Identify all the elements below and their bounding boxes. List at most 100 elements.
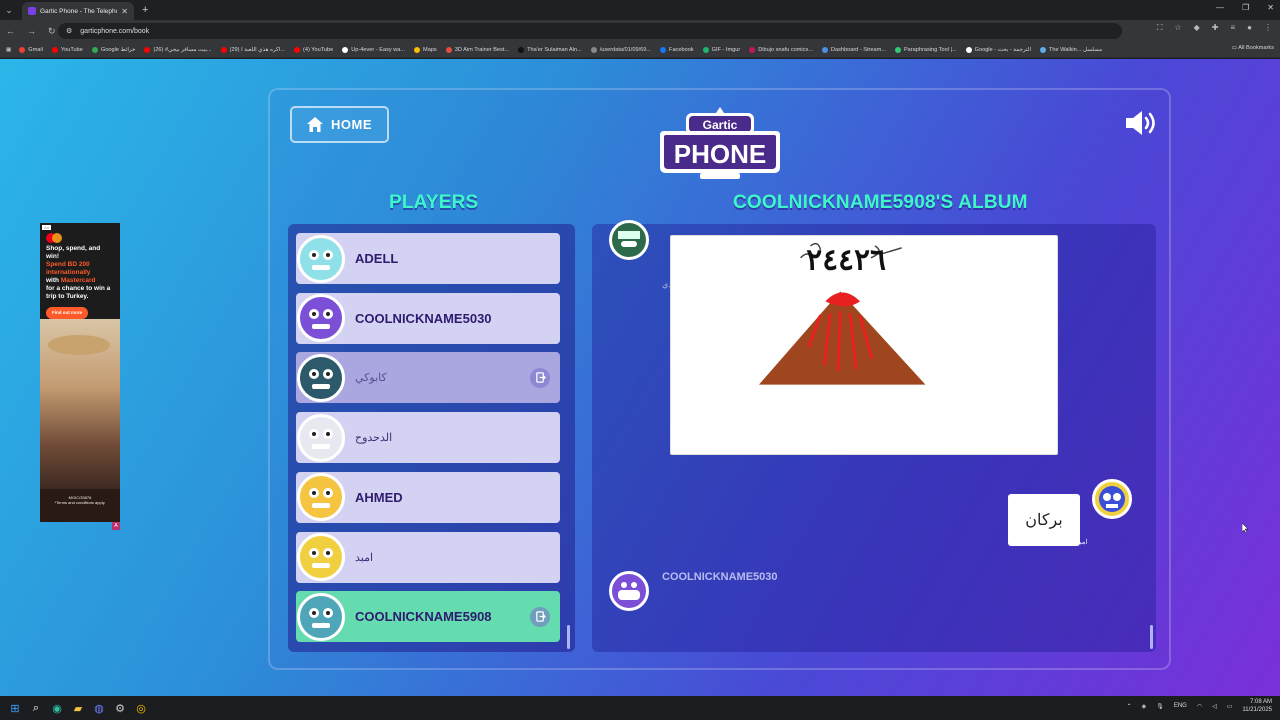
extensions-puzzle-icon[interactable]: ✚ bbox=[1212, 23, 1219, 33]
bookmark-star-icon[interactable]: ☆ bbox=[1174, 23, 1181, 33]
players-scrollbar[interactable] bbox=[567, 625, 570, 649]
home-label: HOME bbox=[331, 117, 372, 132]
steam-icon[interactable]: ⚙ bbox=[113, 701, 127, 715]
all-bookmarks-button[interactable]: ▭ All Bookmarks bbox=[1232, 45, 1274, 51]
site-info-icon[interactable]: ⚙ bbox=[66, 27, 72, 35]
bookmark-item[interactable]: Tha'er Sulaiman Aln... bbox=[518, 46, 582, 53]
bookmark-label: Tha'er Sulaiman Aln... bbox=[527, 46, 582, 53]
mastercard-ad[interactable]: Ad Shop, spend, and win! Spend BD 200 in… bbox=[40, 223, 120, 522]
bookmark-label: YouTube bbox=[60, 46, 83, 53]
bookmark-favicon-icon bbox=[51, 46, 58, 53]
home-button[interactable]: HOME bbox=[290, 106, 389, 143]
bookmark-item[interactable]: Dashboard - Stream... bbox=[821, 46, 886, 53]
wifi-icon[interactable]: ◠ bbox=[1197, 703, 1202, 710]
player-row[interactable]: كابوكي bbox=[296, 352, 560, 404]
tab-close-icon[interactable]: ✕ bbox=[121, 7, 128, 16]
ad-footer-terms: *Terms and conditions apply. bbox=[54, 500, 106, 505]
back-icon[interactable]: ← bbox=[6, 26, 15, 36]
battery-icon[interactable]: ▭ bbox=[1227, 703, 1233, 710]
guess-bubble: بركان bbox=[1008, 494, 1080, 546]
bookmark-item[interactable]: 3D Aim Trainer Best... bbox=[445, 46, 510, 53]
bookmark-item[interactable]: Gmail bbox=[19, 46, 43, 53]
bookmark-item[interactable]: Google - الترجمة - بحث bbox=[965, 46, 1031, 53]
logo-line1: Gartic bbox=[703, 118, 738, 132]
bookmark-item[interactable]: Dibujo snafu comics... bbox=[749, 46, 813, 53]
bookmark-label: Dibujo snafu comics... bbox=[758, 46, 813, 53]
edge-icon[interactable]: ◉ bbox=[50, 701, 64, 715]
bookmark-label: The Walkin... مسلسل bbox=[1049, 46, 1103, 53]
media-control-icon[interactable]: ≡ bbox=[1230, 23, 1235, 33]
bookmark-item[interactable]: Up-4ever - Easy wa... bbox=[342, 46, 405, 53]
clock-time: 7:08 AM bbox=[1249, 699, 1272, 705]
sound-toggle-icon[interactable] bbox=[1124, 109, 1158, 137]
guess-author-avatar bbox=[1092, 479, 1132, 519]
bookmark-label: Google خرائط bbox=[100, 46, 136, 53]
bookmark-favicon-icon bbox=[144, 46, 151, 53]
bookmark-item[interactable]: /userdata/01/09/69... bbox=[590, 46, 651, 53]
reload-icon[interactable]: ↻ bbox=[48, 26, 56, 37]
discord-icon[interactable]: ◍ bbox=[92, 701, 106, 715]
player-row[interactable]: امبد bbox=[296, 531, 560, 583]
volume-icon[interactable]: ◁ bbox=[1212, 703, 1217, 710]
chrome-icon[interactable]: ◎ bbox=[134, 701, 148, 715]
bookmark-favicon-icon bbox=[749, 46, 756, 53]
ad-find-out-more-button[interactable]: Find out more bbox=[46, 307, 88, 319]
bookmark-label: Paraphrasing Tool |... bbox=[903, 46, 957, 53]
omnibox[interactable]: ⚙ garticphone.com/book bbox=[58, 23, 1122, 39]
clock[interactable]: 7:08 AM 11/21/2025 bbox=[1242, 698, 1272, 714]
window-close-icon[interactable]: ✕ bbox=[1267, 3, 1274, 12]
bookmark-item[interactable]: Google خرائط bbox=[91, 46, 136, 53]
bookmark-favicon-icon bbox=[342, 46, 349, 53]
bookmark-item[interactable]: GIF - Imgur bbox=[702, 46, 740, 53]
menu-kebab-icon[interactable]: ⋮ bbox=[1264, 23, 1272, 33]
tab-search-chevron-icon[interactable]: ⌄ bbox=[0, 0, 18, 20]
search-icon[interactable]: ⌕ bbox=[29, 701, 43, 715]
bookmark-favicon-icon bbox=[518, 46, 525, 53]
album-scrollbar[interactable] bbox=[1150, 625, 1153, 649]
windows-start-icon[interactable]: ⊞ bbox=[8, 701, 22, 715]
bookmark-item[interactable]: (29) اكره هذي اللعبة ا... bbox=[220, 46, 285, 53]
player-row[interactable]: AHMED bbox=[296, 471, 560, 523]
tray-mic-icon[interactable]: 🎙 bbox=[1156, 703, 1164, 710]
language-indicator[interactable]: ENG bbox=[1174, 703, 1187, 709]
bookmark-label: 3D Aim Trainer Best... bbox=[454, 46, 510, 53]
player-name: الدحدوح bbox=[355, 432, 393, 445]
apps-grid-icon[interactable]: ▦ bbox=[6, 47, 11, 53]
bookmark-item[interactable]: Maps bbox=[414, 46, 437, 53]
browser-tab-active[interactable]: Gartic Phone - The Telephone G ✕ bbox=[22, 2, 134, 20]
gartic-favicon-icon bbox=[28, 7, 36, 15]
bookmark-item[interactable]: Facebook bbox=[660, 46, 694, 53]
maximize-icon[interactable]: ❐ bbox=[1242, 3, 1249, 12]
profile-avatar-icon[interactable]: ● bbox=[1247, 23, 1252, 33]
bookmark-favicon-icon bbox=[445, 46, 452, 53]
file-explorer-icon[interactable]: ▰ bbox=[71, 701, 85, 715]
bookmark-favicon-icon bbox=[965, 46, 972, 53]
ad-choices-icon[interactable]: A bbox=[112, 522, 120, 530]
new-tab-button[interactable]: + bbox=[142, 4, 148, 16]
player-avatar bbox=[297, 533, 345, 581]
ad-line2: with bbox=[46, 277, 59, 284]
bookmark-favicon-icon bbox=[220, 46, 227, 53]
extension-icon[interactable]: ◆ bbox=[1194, 23, 1200, 33]
kick-player-icon[interactable] bbox=[530, 606, 550, 627]
player-row[interactable]: الدحدوح bbox=[296, 412, 560, 464]
player-name: COOLNICKNAME5030 bbox=[355, 310, 492, 326]
bookmark-item[interactable]: Paraphrasing Tool |... bbox=[894, 46, 957, 53]
player-row[interactable]: ADELL bbox=[296, 233, 560, 284]
minimize-icon[interactable]: — bbox=[1216, 3, 1224, 12]
player-row[interactable]: COOLNICKNAME5908 bbox=[296, 591, 560, 643]
bookmark-favicon-icon bbox=[894, 46, 901, 53]
kick-player-icon[interactable] bbox=[530, 367, 550, 388]
bookmark-item[interactable]: The Walkin... مسلسل bbox=[1040, 46, 1103, 53]
translate-icon[interactable]: ⛶ bbox=[1157, 23, 1163, 33]
ad-tag: Ad bbox=[42, 225, 51, 230]
ad-highlight1: Spend BD 200 internationally bbox=[46, 261, 91, 276]
bookmark-item[interactable]: (4) YouTube bbox=[293, 46, 333, 53]
tray-app-icon[interactable]: ◈ bbox=[1142, 703, 1147, 710]
player-row[interactable]: COOLNICKNAME5030 bbox=[296, 292, 560, 344]
bookmark-item[interactable]: YouTube bbox=[51, 46, 83, 53]
bookmark-item[interactable]: (26) #بيت مسافر بيجي... bbox=[144, 46, 212, 53]
forward-icon[interactable]: → bbox=[27, 26, 36, 36]
tray-chevron-icon[interactable]: ⌃ bbox=[1127, 703, 1132, 710]
bookmark-label: Maps bbox=[423, 46, 437, 53]
